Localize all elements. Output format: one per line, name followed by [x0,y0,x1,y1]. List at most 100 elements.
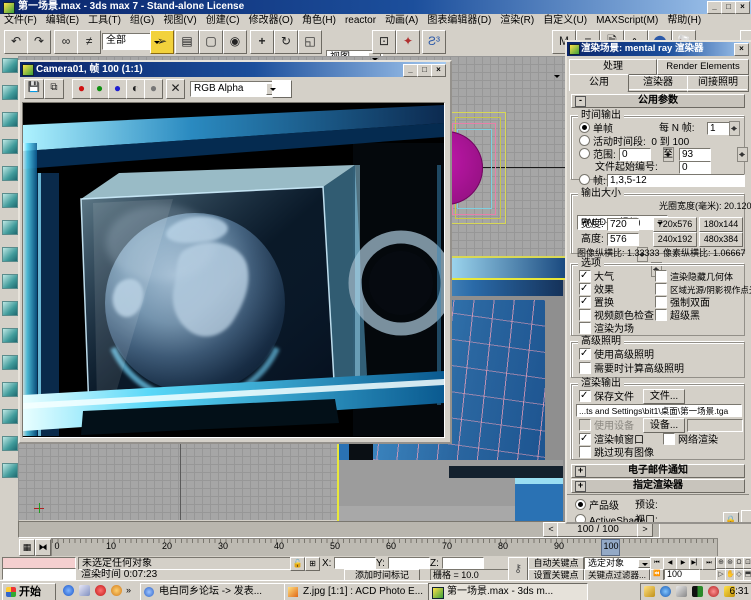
menu-animation[interactable]: 动画(A) [385,15,418,26]
menu-reactor[interactable]: reactor [345,15,376,26]
resolution-480x384-button[interactable]: 480x384 [699,232,743,247]
close-button[interactable]: × [735,1,750,14]
rollout-common-parameters[interactable]: - 公用参数 [571,94,745,108]
files-button[interactable]: 文件... [643,389,685,404]
taskbar-task-3dsmax[interactable]: 第一场景.max - 3ds m... [428,583,588,600]
select-by-name-icon[interactable]: ▤ [175,30,199,54]
viewport-top-wireframe[interactable] [448,56,565,278]
quicklaunch-ie-icon[interactable] [63,585,74,596]
maxscript-mini-listener-white[interactable] [2,568,76,580]
menu-customize[interactable]: 自定义(U) [543,15,587,26]
devices-button[interactable]: 设备... [643,418,685,433]
region-zoom-icon[interactable]: ⊡ [743,557,751,569]
video-color-check-checkbox[interactable] [579,309,591,321]
track-bar[interactable]: 0 10 20 30 40 50 60 70 80 90 100 [51,538,718,557]
rect-selection-region-icon[interactable]: ▢ [199,30,223,54]
save-file-checkbox[interactable] [579,390,591,402]
green-channel-icon[interactable]: ● [90,79,109,99]
frames-radio[interactable] [579,174,590,185]
activeshade-radio[interactable] [575,514,586,524]
reactor-toy-car-icon[interactable] [2,328,18,343]
quicklaunch-media-icon[interactable] [111,585,122,596]
reactor-softbody-icon[interactable] [2,112,18,127]
resolution-180x144-button[interactable]: 180x144 [699,217,743,232]
taskbar-task-forum[interactable]: 电白同乡论坛 -> 发表... [140,583,300,600]
use-device-checkbox[interactable] [579,419,591,431]
red-channel-icon[interactable]: ● [72,79,91,99]
rollout-assign-renderer[interactable]: + 指定渲染器 [571,479,745,493]
menu-character[interactable]: 角色(H) [302,15,336,26]
selection-lock-icon[interactable]: 🔓 [290,557,305,571]
render-minimize-button[interactable]: _ [403,64,418,77]
reactor-spring-icon[interactable] [2,220,18,235]
select-manipulate-icon[interactable]: ✦ [396,30,420,54]
tray-volume-icon[interactable] [676,586,687,597]
time-slider-next-button[interactable]: > [637,522,653,537]
render-close-button[interactable]: × [431,64,446,77]
channel-display-dropdown[interactable]: RGB Alpha [190,81,281,97]
displacement-checkbox[interactable] [579,296,591,308]
rendered-frame-window[interactable]: Camera01, 帧 100 (1:1) _ □ × 💾 ⧉ ● ● ● ◐ … [18,60,452,444]
use-advanced-lighting-checkbox[interactable] [579,348,591,360]
tray-input-icon[interactable] [644,586,655,597]
use-pivot-center-icon[interactable]: ⊡ [372,30,396,54]
resolution-240x192-button[interactable]: 240x192 [653,232,697,247]
dialog-close-button[interactable]: × [734,43,749,56]
go-to-end-icon[interactable]: ⏭ [702,557,716,570]
render-window-titlebar[interactable]: Camera01, 帧 100 (1:1) _ □ × [20,62,446,77]
hidden-geometry-checkbox[interactable] [655,270,667,282]
menu-create[interactable]: 创建(C) [206,15,240,26]
skip-existing-checkbox[interactable] [579,446,591,458]
current-frame-input[interactable]: 100 [664,569,700,580]
minimize-button[interactable]: _ [707,1,722,14]
super-black-checkbox[interactable] [655,309,667,321]
z-coord-input[interactable] [442,557,484,569]
x-coord-input[interactable] [334,557,376,569]
reactor-rigidbody-icon[interactable] [2,58,18,73]
quicklaunch-qq-icon[interactable] [95,585,106,596]
production-radio[interactable] [575,499,586,510]
every-n-spinner[interactable] [729,121,740,136]
menu-help[interactable]: 帮助(H) [667,15,701,26]
tab-render-elements[interactable]: Render Elements [657,59,749,75]
menu-maxscript[interactable]: MAXScript(M) [596,15,658,26]
tray-antivirus-icon[interactable] [692,586,703,597]
menu-rendering[interactable]: 渲染(R) [500,15,534,26]
active-time-radio[interactable] [579,135,590,146]
atmospherics-checkbox[interactable] [579,270,591,282]
rendered-frame-window-checkbox[interactable] [579,433,591,445]
menu-graph-editors[interactable]: 图表编辑器(D) [427,15,491,26]
select-and-move-icon[interactable]: + [250,30,274,54]
height-input[interactable]: 576 [607,233,639,246]
range-to-spinner[interactable] [737,147,748,162]
taskbar-task-acdsee[interactable]: Z.jpg [1:1] : ACD Photo E... [284,583,444,600]
reactor-plane-icon[interactable] [2,193,18,208]
render-scene-dialog[interactable]: 渲染场景: mental ray 渲染器 × 处理 Render Element… [565,40,751,524]
snap-toggle-icon[interactable]: Ƨ³ [422,30,446,54]
select-and-scale-icon[interactable]: ◱ [298,30,322,54]
area-lights-checkbox[interactable] [655,283,667,295]
reactor-wind-icon[interactable] [2,301,18,316]
set-keys-button[interactable]: ⚷ [508,557,528,581]
reactor-preview-icon[interactable] [2,409,18,424]
reactor-rope-icon[interactable] [2,139,18,154]
file-number-input[interactable]: 0 [679,161,711,174]
compute-advanced-lighting-checkbox[interactable] [579,362,591,374]
crossing-selection-icon[interactable]: ◉ [223,30,247,54]
every-n-input[interactable]: 1 [707,122,731,135]
render-button[interactable]: 渲染 [741,510,751,524]
reactor-fracture-icon[interactable] [2,355,18,370]
tab-common[interactable]: 公用 [569,74,629,91]
time-slider-handle[interactable]: 100 / 100 [557,522,639,537]
save-bitmap-icon[interactable]: 💾 [24,79,44,99]
menu-group[interactable]: 组(G) [130,15,154,26]
link-icon[interactable]: ∞ [54,30,78,54]
tab-process[interactable]: 处理 [569,59,657,75]
select-and-rotate-icon[interactable]: ↻ [274,30,298,54]
menu-tools[interactable]: 工具(T) [88,15,121,26]
net-render-checkbox[interactable] [663,433,675,445]
force-2sided-checkbox[interactable] [655,296,667,308]
reactor-analyze-icon[interactable] [2,463,18,478]
absolute-offset-icon[interactable]: ⊞ [305,557,320,571]
menu-views[interactable]: 视图(V) [163,15,196,26]
